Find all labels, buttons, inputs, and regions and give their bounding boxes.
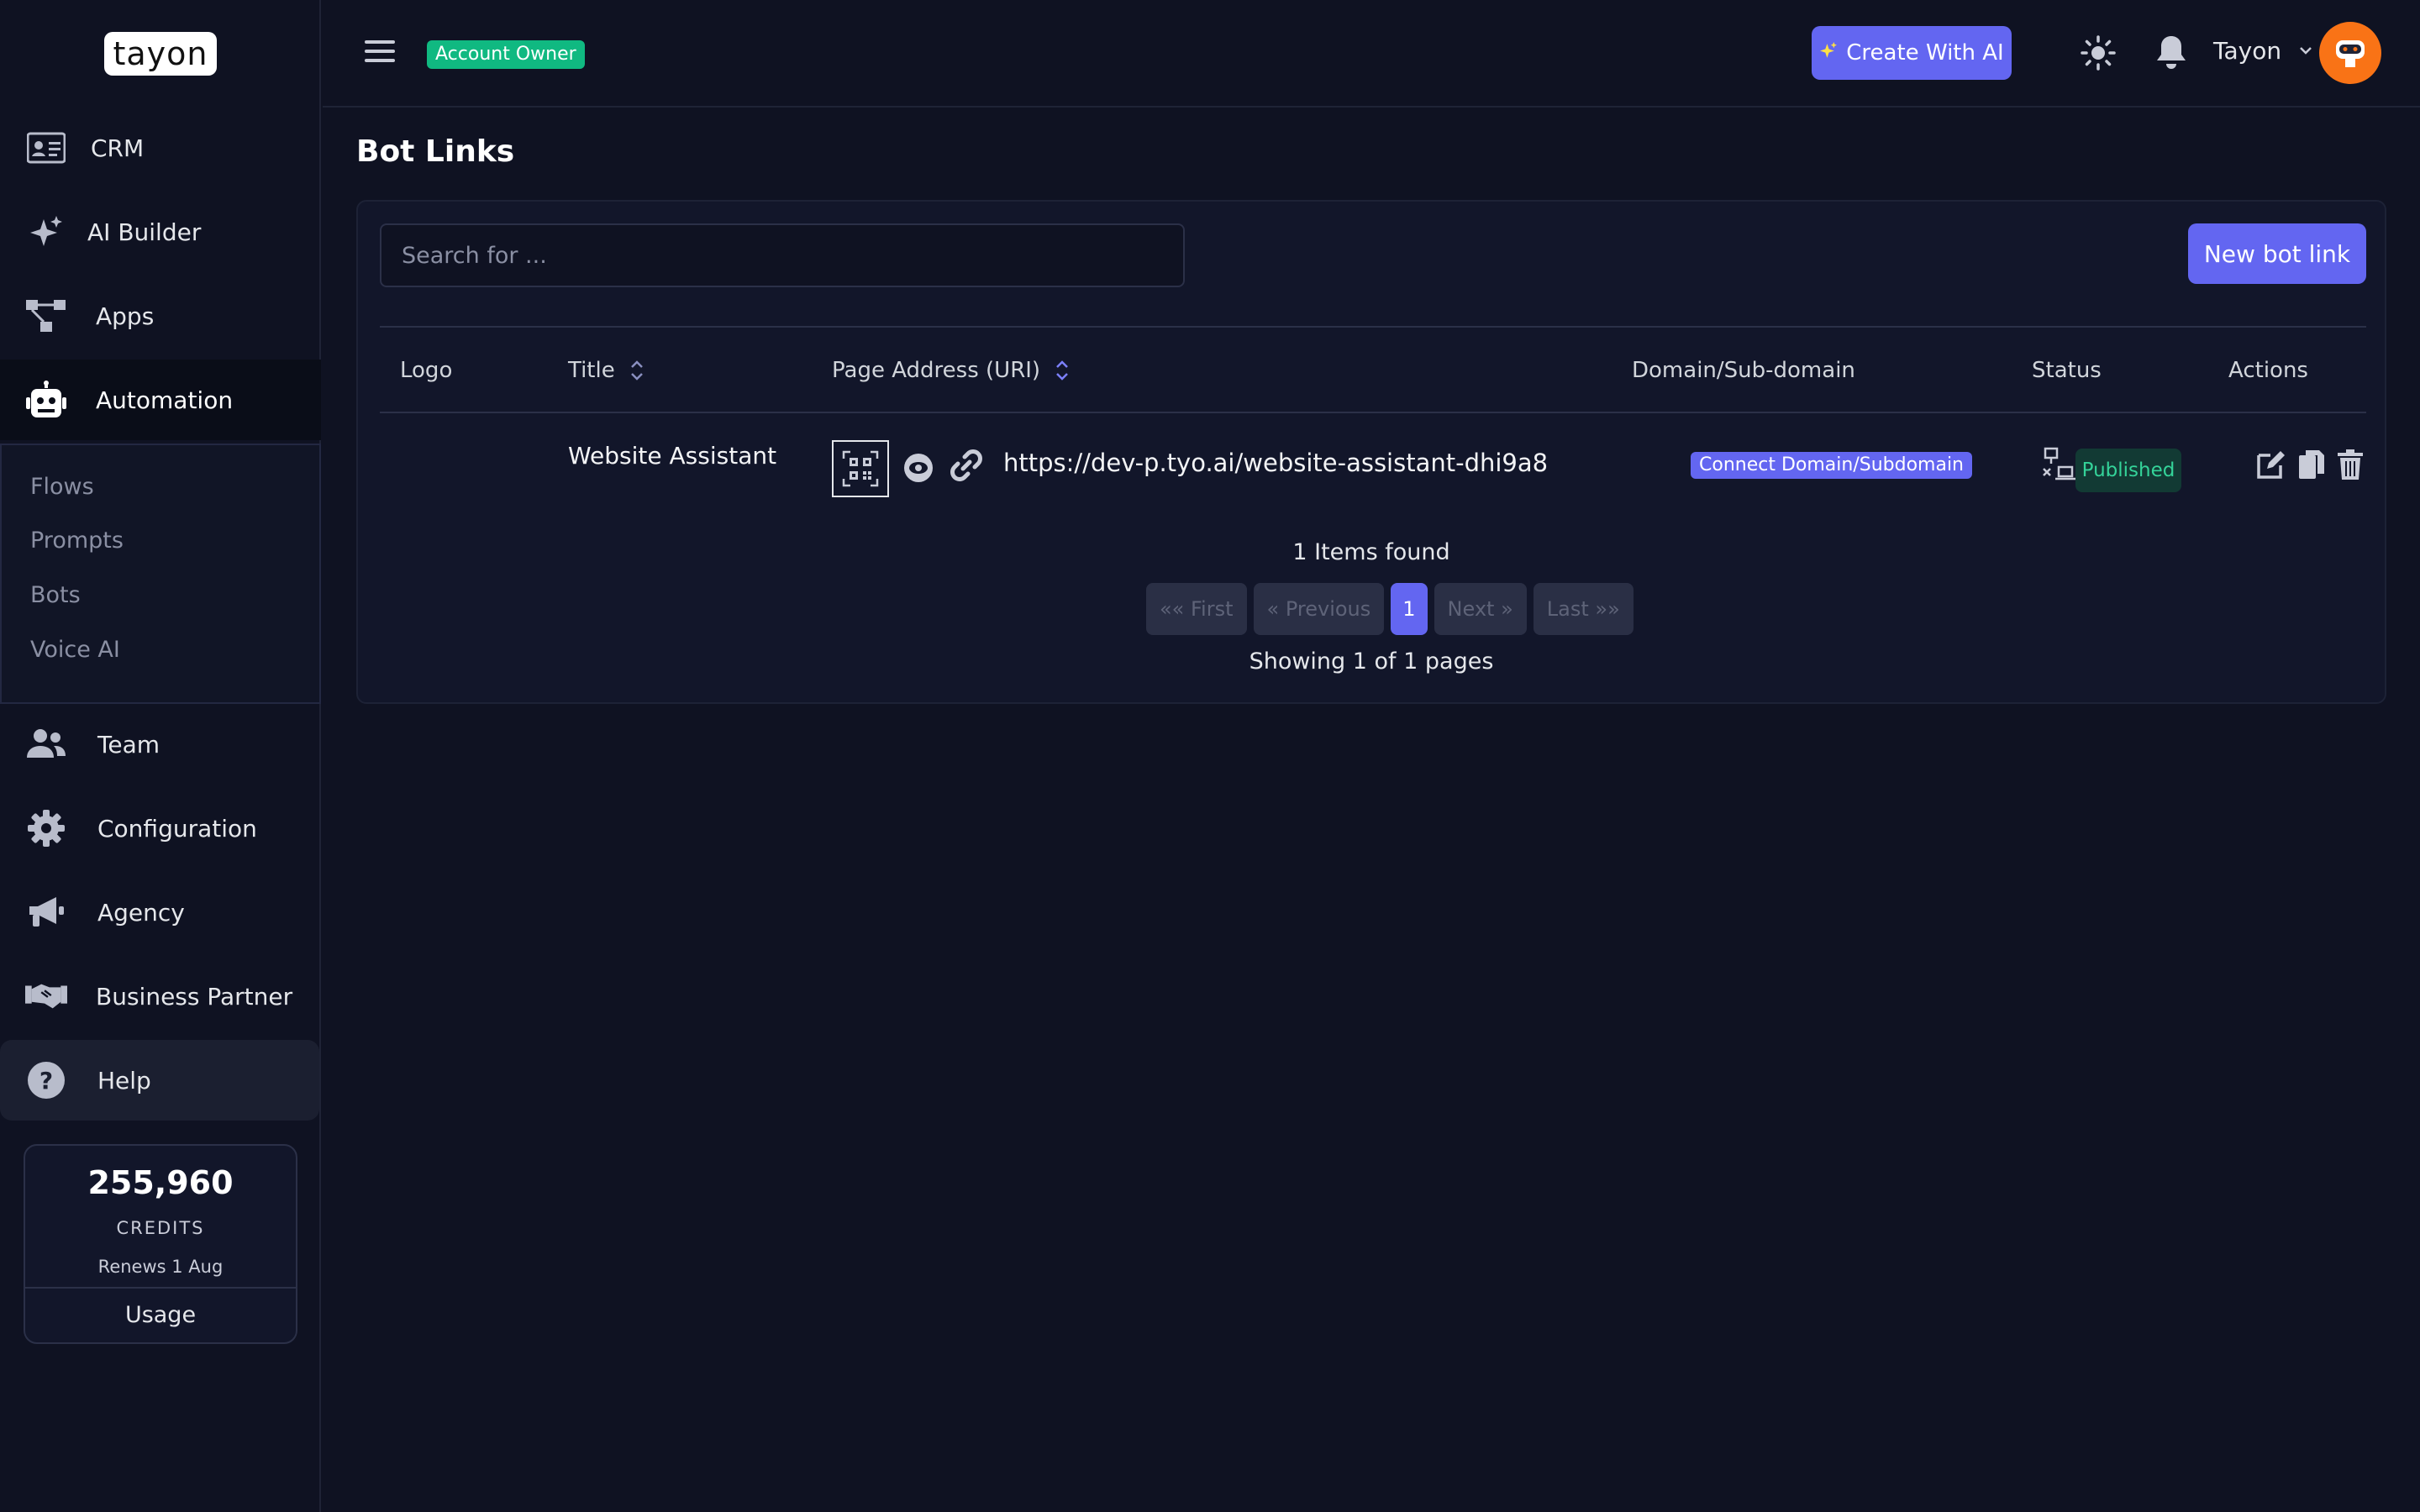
robot-icon xyxy=(25,379,67,421)
sidebar-item-team[interactable]: Team xyxy=(0,704,321,785)
credits-renews: Renews 1 Aug xyxy=(97,1257,224,1277)
sidebar-item-crm[interactable]: CRM xyxy=(0,108,321,188)
apps-flow-icon xyxy=(25,295,67,337)
qr-code-icon[interactable] xyxy=(832,440,889,497)
brand-logo[interactable]: tayon xyxy=(104,32,217,76)
bot-links-card: New bot link Logo Title Page Address (UR… xyxy=(356,200,2386,704)
create-with-ai-label: Create With AI xyxy=(1846,40,2004,66)
usage-button[interactable]: Usage xyxy=(25,1302,296,1328)
column-actions: Actions xyxy=(2228,358,2308,383)
sidebar-item-apps[interactable]: Apps xyxy=(0,276,321,356)
sidebar-item-label: Automation xyxy=(96,386,234,414)
row-url[interactable]: https://dev-p.tyo.ai/website-assistant-d… xyxy=(1003,449,1548,477)
submenu-item-flows[interactable]: Flows xyxy=(30,474,94,500)
pagination-last[interactable]: Last »» xyxy=(1533,583,1634,635)
submenu-item-voice-ai[interactable]: Voice AI xyxy=(30,637,120,663)
credits-amount: 255,960 xyxy=(87,1164,234,1201)
sidebar-item-label: Help xyxy=(97,1066,151,1095)
network-disconnected-icon xyxy=(2042,447,2077,482)
sidebar-item-configuration[interactable]: Configuration xyxy=(0,788,321,869)
brand-logo-text: tayon xyxy=(113,35,208,72)
sidebar-item-help[interactable]: ? Help xyxy=(0,1040,319,1121)
submenu-item-prompts[interactable]: Prompts xyxy=(30,528,124,554)
column-title[interactable]: Title xyxy=(568,358,645,383)
sidebar-item-label: Apps xyxy=(96,302,155,330)
sparkles-icon xyxy=(1819,40,1838,66)
role-badge: Account Owner xyxy=(427,40,585,69)
column-logo: Logo xyxy=(400,358,453,383)
pagination-page-current[interactable]: 1 xyxy=(1391,583,1428,635)
credits-card: 255,960 CREDITS Renews 1 Aug Usage xyxy=(24,1144,297,1344)
pagination-first[interactable]: «« First xyxy=(1146,583,1247,635)
theme-toggle-sun-icon[interactable] xyxy=(2081,35,2116,71)
row-title: Website Assistant xyxy=(568,442,777,470)
pagination-next[interactable]: Next » xyxy=(1434,583,1527,635)
svg-text:?: ? xyxy=(39,1067,53,1095)
sidebar-item-label: Agency xyxy=(97,898,185,927)
sidebar-item-label: Team xyxy=(97,730,160,759)
credits-divider xyxy=(25,1287,296,1289)
id-card-icon xyxy=(25,127,67,169)
status-badge: Published xyxy=(2075,449,2181,492)
menu-toggle-icon[interactable] xyxy=(365,40,395,66)
submenu-item-bots[interactable]: Bots xyxy=(30,582,81,608)
sort-icon[interactable] xyxy=(629,358,645,383)
pagination: «« First « Previous 1 Next » Last »» xyxy=(1146,583,1634,635)
megaphone-icon xyxy=(25,891,67,933)
sidebar-item-label: CRM xyxy=(91,134,145,162)
sort-icon[interactable] xyxy=(1054,358,1071,383)
new-bot-link-button[interactable]: New bot link xyxy=(2188,223,2366,284)
table-header: Logo Title Page Address (URI) Domain/Sub… xyxy=(380,326,2366,413)
sparkles-icon xyxy=(25,211,67,253)
sidebar: tayon CRM AI Builder Apps Automation Flo… xyxy=(0,0,321,1512)
column-status: Status xyxy=(2032,358,2102,383)
sidebar-item-label: Business Partner xyxy=(96,982,293,1011)
users-icon xyxy=(25,723,67,765)
avatar[interactable] xyxy=(2319,22,2381,84)
page-title: Bot Links xyxy=(356,134,515,169)
items-found: 1 Items found xyxy=(1292,539,1450,565)
preview-eye-icon[interactable] xyxy=(902,452,934,484)
trash-icon[interactable] xyxy=(2336,449,2370,482)
sidebar-item-business-partner[interactable]: Business Partner xyxy=(0,956,321,1037)
sidebar-item-label: Configuration xyxy=(97,814,257,843)
sidebar-item-agency[interactable]: Agency xyxy=(0,872,321,953)
chevron-down-icon[interactable] xyxy=(2297,42,2314,59)
create-with-ai-button[interactable]: Create With AI xyxy=(1812,26,2012,80)
sidebar-item-ai-builder[interactable]: AI Builder xyxy=(0,192,321,272)
automation-submenu: Flows Prompts Bots Voice AI xyxy=(0,444,321,704)
question-icon: ? xyxy=(25,1059,67,1101)
user-name[interactable]: Tayon xyxy=(2213,37,2281,65)
sidebar-item-label: AI Builder xyxy=(87,218,202,246)
notifications-bell-icon[interactable] xyxy=(2154,34,2188,71)
search-input[interactable] xyxy=(380,223,1185,287)
pagination-previous[interactable]: « Previous xyxy=(1253,583,1385,635)
duplicate-icon[interactable] xyxy=(2297,449,2331,482)
credits-caption: CREDITS xyxy=(116,1218,205,1238)
showing-pages: Showing 1 of 1 pages xyxy=(1249,648,1494,675)
edit-icon[interactable] xyxy=(2255,449,2289,482)
connect-domain-button[interactable]: Connect Domain/Subdomain xyxy=(1691,452,1973,479)
gear-icon xyxy=(25,807,67,849)
copy-link-icon[interactable] xyxy=(948,447,985,484)
column-page-address[interactable]: Page Address (URI) xyxy=(832,358,1071,383)
column-domain: Domain/Sub-domain xyxy=(1632,358,1855,383)
table-row: Website Assistant https://dev-p.tyo.ai/w… xyxy=(380,415,2366,516)
sidebar-item-automation[interactable]: Automation xyxy=(0,360,321,440)
top-bar: Account Owner Create With AI Tayon xyxy=(323,0,2420,108)
handshake-icon xyxy=(25,975,67,1017)
